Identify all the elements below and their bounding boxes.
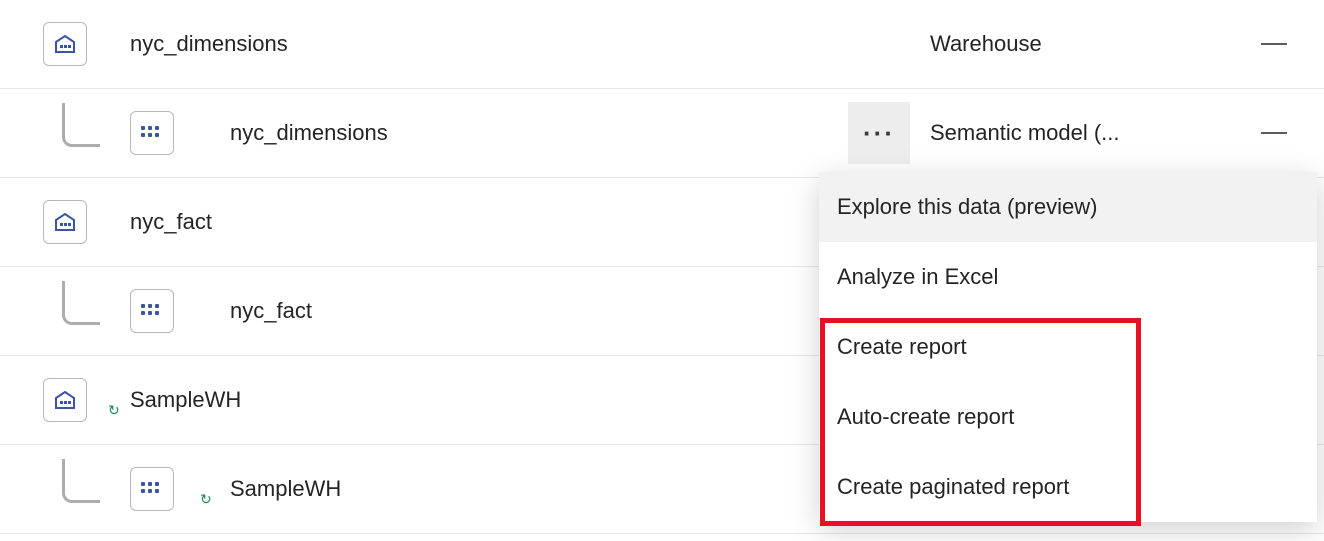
item-icon-cell	[0, 22, 130, 66]
item-icon-cell	[0, 289, 230, 333]
semantic-model-icon	[130, 467, 174, 511]
item-extra	[1224, 43, 1324, 46]
warehouse-icon	[43, 378, 87, 422]
shortcut-arrow-icon: ↻	[108, 402, 120, 419]
dash-icon	[1261, 132, 1287, 135]
dash-icon	[1261, 43, 1287, 46]
item-type: Warehouse	[914, 31, 1224, 57]
shortcut-arrow-icon: ↻	[200, 491, 212, 508]
warehouse-icon	[43, 22, 87, 66]
tree-connector-icon	[62, 459, 100, 503]
item-type: Semantic model (...	[914, 120, 1224, 146]
warehouse-icon	[43, 200, 87, 244]
menu-item-auto-create-report[interactable]: Auto-create report	[819, 382, 1317, 452]
item-name[interactable]: nyc_dimensions	[130, 31, 844, 57]
item-icon-cell	[0, 200, 130, 244]
item-actions: ···	[844, 102, 914, 164]
item-icon-cell: ↻	[0, 378, 130, 422]
menu-item-create-report[interactable]: Create report	[819, 312, 1317, 382]
item-name[interactable]: nyc_dimensions	[230, 120, 844, 146]
menu-item-analyze-excel[interactable]: Analyze in Excel	[819, 242, 1317, 312]
item-name[interactable]: nyc_fact	[130, 209, 844, 235]
item-name[interactable]: SampleWH	[130, 387, 844, 413]
tree-connector-icon	[62, 103, 100, 147]
table-row[interactable]: nyc_dimensions Warehouse	[0, 0, 1324, 89]
item-name[interactable]: SampleWH	[230, 476, 844, 502]
more-options-button[interactable]: ···	[848, 102, 910, 164]
menu-item-create-paginated-report[interactable]: Create paginated report	[819, 452, 1317, 522]
table-row[interactable]: nyc_dimensions ··· Semantic model (...	[0, 89, 1324, 178]
tree-connector-icon	[62, 281, 100, 325]
context-menu: Explore this data (preview) Analyze in E…	[819, 172, 1317, 522]
semantic-model-icon	[130, 289, 174, 333]
item-extra	[1224, 132, 1324, 135]
item-name[interactable]: nyc_fact	[230, 298, 844, 324]
semantic-model-icon	[130, 111, 174, 155]
item-icon-cell: ↻	[0, 467, 230, 511]
item-icon-cell	[0, 111, 230, 155]
menu-item-explore-data[interactable]: Explore this data (preview)	[819, 172, 1317, 242]
